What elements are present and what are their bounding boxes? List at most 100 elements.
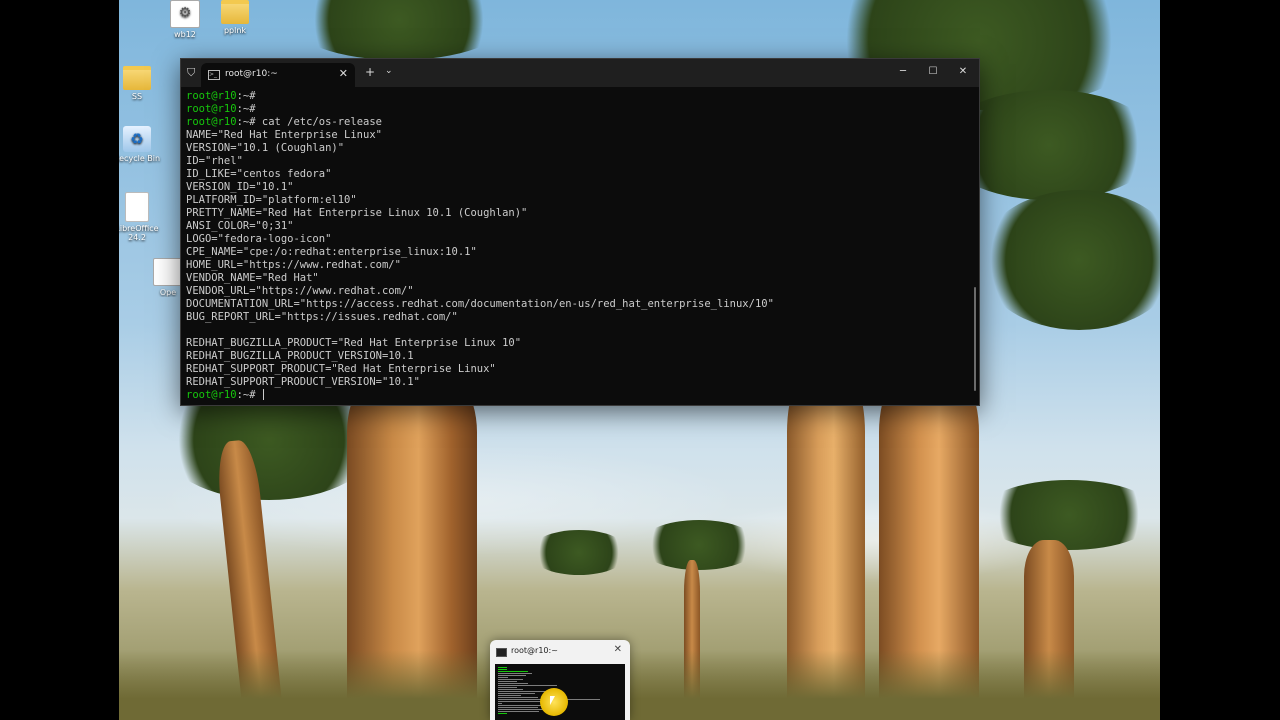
output-line: VENDOR_NAME="Red Hat" [186,272,966,285]
output-line: ID="rhel" [186,155,966,168]
output-text: VENDOR_URL="https://www.redhat.com/" [186,285,414,297]
output-text: PRETTY_NAME="Red Hat Enterprise Linux 10… [186,207,528,219]
thumbnail-line [498,681,517,682]
output-line: PLATFORM_ID="platform:el10" [186,194,966,207]
thumbnail-line [498,713,507,714]
thumbnail-line [498,683,528,684]
settings-app-icon: ⚙ [170,0,200,28]
prompt-path: :~# [236,103,262,115]
mouse-pointer-icon [550,696,555,705]
output-text: VENDOR_NAME="Red Hat" [186,272,319,284]
output-line: VERSION="10.1 (Coughlan)" [186,142,966,155]
thumbnail-line [498,671,528,672]
prompt-line: root@r10:~# [186,389,966,402]
terminal-icon: >_ [208,70,220,80]
desktop-icon-ss[interactable]: SS [119,66,167,101]
output-text: CPE_NAME="cpe:/o:redhat:enterprise_linux… [186,246,477,258]
prompt-user-host: root@r10 [186,389,237,401]
output-line: NAME="Red Hat Enterprise Linux" [186,129,966,142]
output-line: VENDOR_URL="https://www.redhat.com/" [186,285,966,298]
new-tab-button[interactable]: + [365,65,375,79]
desktop-icon-recycle-bin[interactable]: ♻ Recycle Bin [119,126,167,163]
thumbnail-line [498,679,524,680]
preview-title: root@r10:~ [511,646,558,655]
output-text: REDHAT_SUPPORT_PRODUCT="Red Hat Enterpri… [186,363,496,375]
output-line: REDHAT_BUGZILLA_PRODUCT_VERSION=10.1 [186,350,966,363]
wallpaper-tree-canopy [529,530,629,575]
desktop-icon-label: Recycle Bin [119,154,161,163]
wallpaper-tree-canopy [979,190,1160,330]
desktop-icon-ope[interactable]: Ope [153,258,183,297]
thumbnail-line [498,695,522,696]
tab-title: root@r10:~ [225,69,278,79]
prompt-path: :~# [236,116,262,128]
output-text: DOCUMENTATION_URL="https://access.redhat… [186,298,774,310]
output-text: VERSION="10.1 (Coughlan)" [186,142,345,154]
output-line: CPE_NAME="cpe:/o:redhat:enterprise_linux… [186,246,966,259]
thumbnail-line [498,707,538,708]
terminal-window[interactable]: ⛉ >_ root@r10:~ ✕ + ⌄ ─ ☐ ✕ root@r10:~# … [180,58,980,406]
desktop-icon-label: Ope [159,288,177,297]
output-line: REDHAT_SUPPORT_PRODUCT_VERSION="10.1" [186,376,966,389]
close-window-button[interactable]: ✕ [949,63,977,81]
desktop-icon-pplnk[interactable]: pplnk [205,0,265,35]
prompt-line: root@r10:~# [186,103,966,116]
terminal-scrollbar[interactable] [974,287,976,391]
tab-dropdown-button[interactable]: ⌄ [385,66,393,76]
recycle-bin-icon: ♻ [123,126,151,152]
thumbnail-line [498,687,517,688]
wallpaper-tree-canopy [289,0,509,60]
output-text: PLATFORM_ID="platform:el10" [186,194,357,206]
output-text: ID="rhel" [186,155,243,167]
wallpaper-tree-canopy [979,480,1159,550]
thumbnail-line [498,685,558,686]
document-icon [125,192,149,222]
maximize-button[interactable]: ☐ [919,63,947,81]
terminal-tab[interactable]: >_ root@r10:~ ✕ [201,63,355,87]
minimize-button[interactable]: ─ [889,63,917,81]
prompt-user-host: root@r10 [186,116,237,128]
output-line: ID_LIKE="centos fedora" [186,168,966,181]
thumbnail-line [498,711,539,712]
folder-icon [123,66,151,90]
prompt-path: :~# [236,90,262,102]
output-text: REDHAT_BUGZILLA_PRODUCT_VERSION=10.1 [186,350,414,362]
thumbnail-line [498,673,533,674]
terminal-icon [496,648,507,657]
tab-close-button[interactable]: ✕ [339,67,348,80]
output-text: LOGO="fedora-logo-icon" [186,233,332,245]
output-line: VERSION_ID="10.1" [186,181,966,194]
prompt-path: :~# [236,389,262,401]
thumbnail-line [498,669,507,670]
mouse-cursor-highlight [540,688,568,716]
output-line: PRETTY_NAME="Red Hat Enterprise Linux 10… [186,207,966,220]
prompt-line: root@r10:~# [186,90,966,103]
prompt-user-host: root@r10 [186,103,237,115]
thumbnail-line [498,691,549,692]
output-text: VERSION_ID="10.1" [186,181,294,193]
desktop-icon-label: pplnk [223,26,247,35]
preview-close-button[interactable]: ✕ [614,644,622,655]
thumbnail-line [498,703,502,704]
thumbnail-line [498,677,508,678]
desktop-icon-libreoffice[interactable]: LibreOffice 24.2 [119,192,167,242]
output-text: NAME="Red Hat Enterprise Linux" [186,129,382,141]
wallpaper-ground [119,650,1160,720]
desktop-icon-label: LibreOffice 24.2 [119,224,159,242]
output-line: DOCUMENTATION_URL="https://access.redhat… [186,298,966,311]
output-text: BUG_REPORT_URL="https://issues.redhat.co… [186,311,458,323]
output-line: HOME_URL="https://www.redhat.com/" [186,259,966,272]
terminal-titlebar[interactable]: ⛉ >_ root@r10:~ ✕ + ⌄ ─ ☐ ✕ [181,59,979,87]
terminal-output[interactable]: root@r10:~# root@r10:~# root@r10:~# cat … [186,90,966,402]
output-line: ANSI_COLOR="0;31" [186,220,966,233]
thumbnail-line [498,689,524,690]
command-text: cat /etc/os-release [261,116,382,128]
output-text: HOME_URL="https://www.redhat.com/" [186,259,401,271]
output-line: REDHAT_SUPPORT_PRODUCT="Red Hat Enterpri… [186,363,966,376]
desktop-icon-label: SS [131,92,143,101]
output-text: REDHAT_BUGZILLA_PRODUCT="Red Hat Enterpr… [186,337,522,349]
output-text: ID_LIKE="centos fedora" [186,168,332,180]
thumbnail-line [498,675,526,676]
output-text: REDHAT_SUPPORT_PRODUCT_VERSION="10.1" [186,376,420,388]
